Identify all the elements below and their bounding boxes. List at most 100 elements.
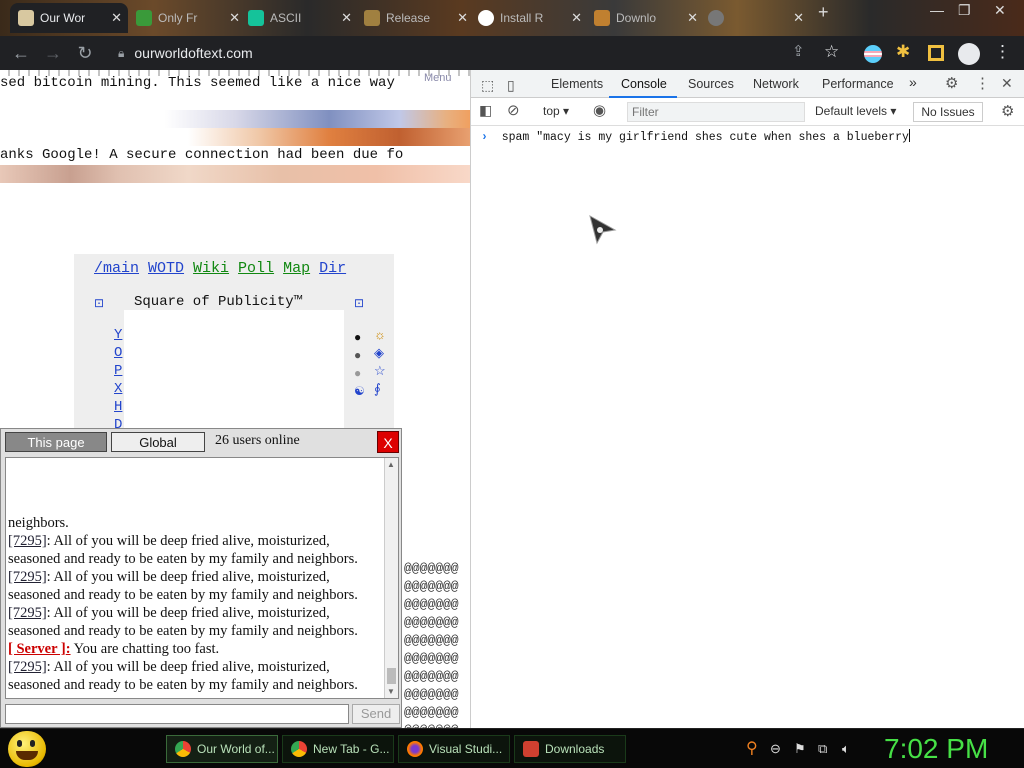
taskbar-item-visual-studio[interactable]: Visual Studi... — [398, 735, 510, 763]
sun-icon[interactable]: ☼ — [374, 326, 386, 344]
devtools-tab-performance[interactable]: Performance — [822, 77, 894, 91]
chat-server-nick: [ Server ] — [8, 641, 66, 657]
browser-tab-only-fr[interactable]: Only Fr ✕ — [128, 3, 246, 33]
close-devtools-icon[interactable]: ✕ — [1001, 75, 1013, 92]
context-selector[interactable]: top ▾ — [543, 104, 569, 118]
close-icon[interactable]: ✕ — [111, 10, 122, 26]
devtools-tab-elements[interactable]: Elements — [551, 77, 603, 91]
console-prompt-line[interactable]: › spam "macy is my girlfriend shes cute … — [481, 129, 910, 144]
taskbar-item-new-tab[interactable]: New Tab - G... — [282, 735, 394, 763]
chat-scrollbar[interactable]: ▲ ▼ — [384, 458, 398, 698]
scroll-thumb[interactable] — [387, 668, 396, 684]
devtools-tab-console[interactable]: Console — [621, 77, 667, 91]
browser-tab-release[interactable]: Release ✕ — [356, 3, 474, 33]
sidebar-toggle-icon[interactable]: ◧ — [479, 102, 492, 119]
nav-link-map[interactable]: Map — [283, 260, 310, 277]
chat-tab-this-page[interactable]: This page — [5, 432, 107, 452]
browser-tab-extra[interactable]: ✕ — [700, 3, 810, 33]
console-input-text[interactable]: spam "macy is my girlfriend shes cute wh… — [502, 131, 909, 144]
console-area[interactable]: › spam "macy is my girlfriend shes cute … — [471, 126, 1024, 728]
start-smiley-icon[interactable] — [8, 731, 46, 767]
back-arrow-icon[interactable]: ← — [10, 42, 32, 64]
share-icon[interactable]: ⇪ — [792, 42, 814, 64]
devtools-tab-sources[interactable]: Sources — [688, 77, 734, 91]
search-icon[interactable]: ⚲ — [746, 738, 758, 758]
close-icon[interactable]: ✕ — [571, 10, 582, 26]
nav-link-main[interactable]: /main — [94, 260, 139, 277]
devtools-tab-network[interactable]: Network — [753, 77, 799, 91]
taskbar-item-downloads[interactable]: Downloads — [514, 735, 626, 763]
browser-tab-our-world[interactable]: Our Wor ✕ — [10, 3, 128, 33]
window-close-icon[interactable]: ✕ — [994, 2, 1006, 19]
menu-button[interactable]: Menu — [424, 72, 452, 84]
bookmark-star-icon[interactable]: ☆ — [824, 42, 846, 64]
close-icon[interactable]: ✕ — [687, 10, 698, 26]
profile-avatar[interactable] — [958, 43, 980, 65]
close-icon[interactable]: ✕ — [341, 10, 352, 26]
integral-icon[interactable]: ∮ — [374, 380, 386, 398]
flag-icon[interactable]: ⚑ — [794, 741, 806, 757]
chat-nick[interactable]: [7295] — [8, 533, 47, 549]
close-icon[interactable]: ✕ — [229, 10, 240, 26]
console-settings-gear-icon[interactable]: ⚙ — [1001, 102, 1014, 120]
more-tabs-icon[interactable]: » — [909, 74, 917, 90]
inspect-element-icon[interactable]: ⬚ — [481, 77, 494, 94]
publicity-link[interactable]: P — [114, 362, 122, 380]
clear-console-icon[interactable]: ⊘ — [507, 101, 520, 119]
square-glyph-icon[interactable]: ⊡ — [94, 296, 104, 311]
chat-close-button[interactable]: X — [377, 431, 399, 453]
nav-link-wotd[interactable]: WOTD — [148, 260, 184, 277]
network-icon[interactable]: ⧉ — [818, 741, 827, 757]
chat-log[interactable]: neighbors. [7295]: All of you will be de… — [5, 457, 399, 699]
browser-tab-download[interactable]: Downlo ✕ — [586, 3, 704, 33]
device-toolbar-icon[interactable]: ▯ — [507, 77, 515, 94]
browser-tab-ascii[interactable]: ASCII ✕ — [240, 3, 358, 33]
taskbar-clock[interactable]: 7:02 PM — [884, 733, 988, 765]
minimize-circle-icon[interactable]: ⊖ — [770, 741, 781, 757]
live-expression-eye-icon[interactable]: ◉ — [593, 101, 606, 119]
scroll-up-icon[interactable]: ▲ — [387, 460, 395, 469]
browser-tab-install-r[interactable]: Install R ✕ — [470, 3, 588, 33]
nav-link-wiki[interactable]: Wiki — [193, 260, 229, 277]
address-bar[interactable]: 🔒︎ ourworldoftext.com — [110, 40, 850, 66]
yin-yang-icon[interactable]: ☯ — [354, 382, 365, 400]
star-icon[interactable]: ☆ — [374, 362, 386, 380]
settings-gear-icon[interactable]: ⚙ — [945, 74, 958, 92]
taskbar-item-our-world[interactable]: Our World of... — [166, 735, 278, 763]
chat-nick[interactable]: [7295] — [8, 569, 47, 585]
chat-send-button[interactable]: Send — [352, 704, 400, 724]
chat-tab-global[interactable]: Global — [111, 432, 205, 452]
publicity-link[interactable]: X — [114, 380, 122, 398]
chat-nick[interactable]: [7295] — [8, 659, 47, 675]
maximize-icon[interactable]: ❐ — [958, 2, 971, 19]
forward-arrow-icon[interactable]: → — [42, 42, 64, 64]
extension-flag-icon[interactable] — [864, 45, 882, 63]
publicity-link[interactable]: Y — [114, 326, 122, 344]
kebab-menu-icon[interactable]: ⋮ — [975, 74, 990, 92]
volume-icon[interactable]: 🔈︎ — [842, 741, 850, 757]
publicity-link[interactable]: H — [114, 398, 122, 416]
chat-input[interactable] — [5, 704, 349, 724]
chat-nick[interactable]: [7295] — [8, 605, 47, 621]
console-filter-input[interactable] — [627, 102, 805, 122]
reload-icon[interactable]: ↻ — [74, 42, 96, 64]
nav-link-poll[interactable]: Poll — [238, 260, 274, 277]
square-glyph-icon[interactable]: ⊡ — [354, 296, 364, 311]
issues-button[interactable]: No Issues — [913, 102, 983, 122]
light-dot-icon[interactable]: ● — [354, 364, 365, 382]
black-dot-icon[interactable]: ● — [354, 328, 365, 346]
log-levels-dropdown[interactable]: Default levels ▾ — [815, 104, 896, 118]
extensions-puzzle-icon[interactable]: ✱ — [896, 42, 918, 64]
side-panel-icon[interactable] — [928, 45, 944, 61]
diamond-icon[interactable]: ◈ — [374, 344, 386, 362]
gray-dot-icon[interactable]: ● — [354, 346, 365, 364]
minimize-icon[interactable]: — — [930, 2, 944, 18]
new-tab-button[interactable]: + — [818, 2, 829, 23]
color-band — [0, 128, 470, 146]
kebab-menu-icon[interactable]: ⋮ — [994, 42, 1016, 64]
scroll-down-icon[interactable]: ▼ — [387, 687, 395, 696]
close-icon[interactable]: ✕ — [457, 10, 468, 26]
nav-link-dir[interactable]: Dir — [319, 260, 346, 277]
publicity-link[interactable]: O — [114, 344, 122, 362]
close-icon[interactable]: ✕ — [793, 10, 804, 26]
